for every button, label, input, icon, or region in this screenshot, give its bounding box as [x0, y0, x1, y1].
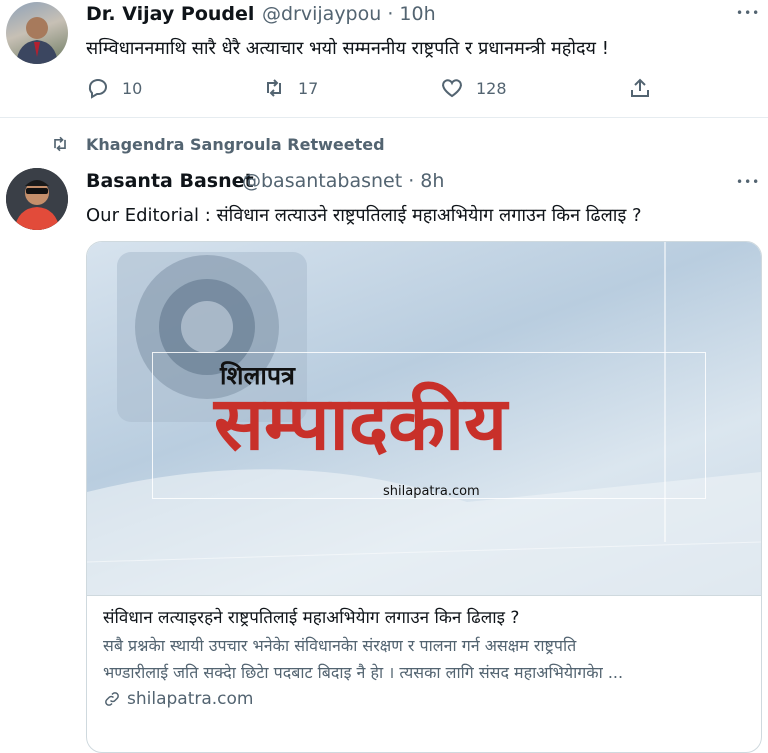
- avatar-vijay-poudel[interactable]: [6, 2, 68, 64]
- card-description-line1: सबै प्रश्नकेा स्थायी उपचार भनेकेा संविधा…: [103, 636, 577, 655]
- card-description-line2: भण्डारीलाई जति सक्देा छिटेा पदबाट बिदाइ …: [103, 663, 624, 682]
- retweet-count: 17: [298, 78, 319, 98]
- card-image: शिलापत्र सम्पादकीय shilapatra.com: [87, 242, 761, 595]
- share-button[interactable]: [628, 76, 652, 100]
- image-domain: shilapatra.com: [383, 484, 480, 499]
- card-body: संविधान लत्याइरहने राष्ट्रपतिलाई महाअभिय…: [87, 596, 761, 709]
- reply-count: 10: [122, 78, 143, 98]
- tweet1-text: सम्विधाननमाथि सारै धेरै अत्याचार भयो सम्…: [86, 38, 609, 59]
- like-button[interactable]: 128: [440, 76, 507, 100]
- tweet1-handle-time[interactable]: @drvijaypou · 10h: [262, 3, 436, 25]
- retweet-icon: [267, 79, 281, 97]
- card-title: संविधान लत्याइरहने राष्ट्रपतिलाई महाअभिय…: [103, 608, 520, 628]
- card-domain-text: shilapatra.com: [127, 689, 254, 709]
- reply-button[interactable]: 10: [86, 76, 142, 100]
- tweet2-handle-time[interactable]: @basantabasnet · 8h: [242, 170, 444, 192]
- retweet-button[interactable]: 17: [262, 76, 318, 100]
- card-domain: shilapatra.com: [103, 689, 745, 709]
- like-count: 128: [476, 78, 507, 98]
- tweet2-text: Our Editorial : संविधान लत्याउने राष्ट्र…: [86, 205, 642, 226]
- tweet2-more-icon[interactable]: •••: [736, 176, 760, 188]
- heart-icon: [442, 79, 462, 98]
- link-card[interactable]: शिलापत्र सम्पादकीय shilapatra.com संविधा…: [86, 241, 762, 753]
- retweet-banner-label: Khagendra Sangroula Retweeted: [86, 134, 385, 154]
- avatar-basanta-basnet[interactable]: [6, 168, 68, 230]
- tweet2-author-name[interactable]: Basanta Basnet: [86, 170, 254, 192]
- image-headline: सम्पादकीय: [214, 381, 508, 467]
- retweet-icon: [54, 136, 66, 152]
- retweet-banner[interactable]: Khagendra Sangroula Retweeted: [50, 134, 385, 154]
- tweet1-author-name[interactable]: Dr. Vijay Poudel: [86, 3, 254, 25]
- tweet-divider: [0, 117, 768, 118]
- link-icon: [105, 692, 119, 706]
- share-icon: [631, 78, 649, 97]
- tweet1-more-icon[interactable]: •••: [736, 7, 760, 19]
- reply-icon: [88, 79, 107, 99]
